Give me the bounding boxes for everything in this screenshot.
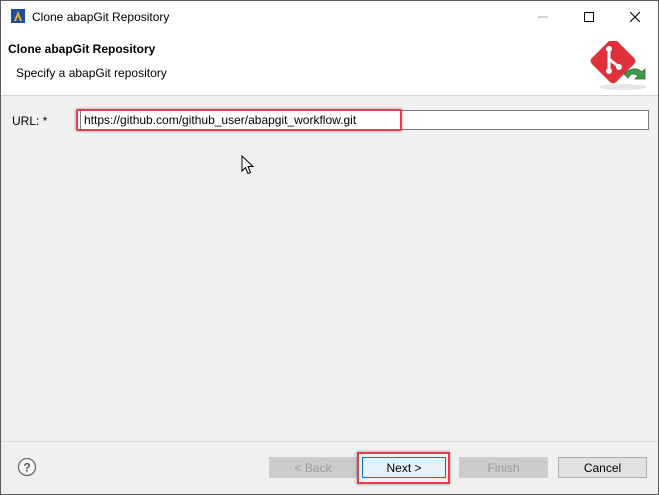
- mouse-cursor-icon: [241, 154, 255, 178]
- close-button[interactable]: [612, 1, 658, 32]
- svg-text:?: ?: [23, 461, 30, 475]
- next-button[interactable]: Next >: [362, 457, 446, 478]
- button-bar-separator: [1, 441, 658, 442]
- minimize-icon: [538, 16, 548, 17]
- window-title: Clone abapGit Repository: [32, 10, 170, 24]
- minimize-button[interactable]: [520, 1, 566, 32]
- banner-title: Clone abapGit Repository: [8, 42, 156, 56]
- finish-button[interactable]: Finish: [459, 457, 548, 478]
- banner-subtitle: Specify a abapGit repository: [16, 66, 167, 80]
- url-label: URL: *: [12, 114, 48, 128]
- help-icon: ?: [17, 457, 37, 477]
- eclipse-abap-icon: [11, 9, 25, 23]
- maximize-icon: [584, 11, 594, 22]
- url-input[interactable]: [80, 110, 649, 130]
- wizard-banner: Clone abapGit Repository Specify a abapG…: [1, 32, 658, 96]
- maximize-button[interactable]: [566, 1, 612, 32]
- title-bar: Clone abapGit Repository: [1, 1, 658, 32]
- help-button[interactable]: ?: [17, 457, 37, 477]
- close-icon: [630, 11, 640, 22]
- clone-abapgit-dialog: Clone abapGit Repository Clone abapGit R…: [0, 0, 659, 495]
- cancel-button[interactable]: Cancel: [558, 457, 647, 478]
- back-button[interactable]: < Back: [269, 457, 357, 478]
- abapgit-clone-icon: [590, 38, 648, 91]
